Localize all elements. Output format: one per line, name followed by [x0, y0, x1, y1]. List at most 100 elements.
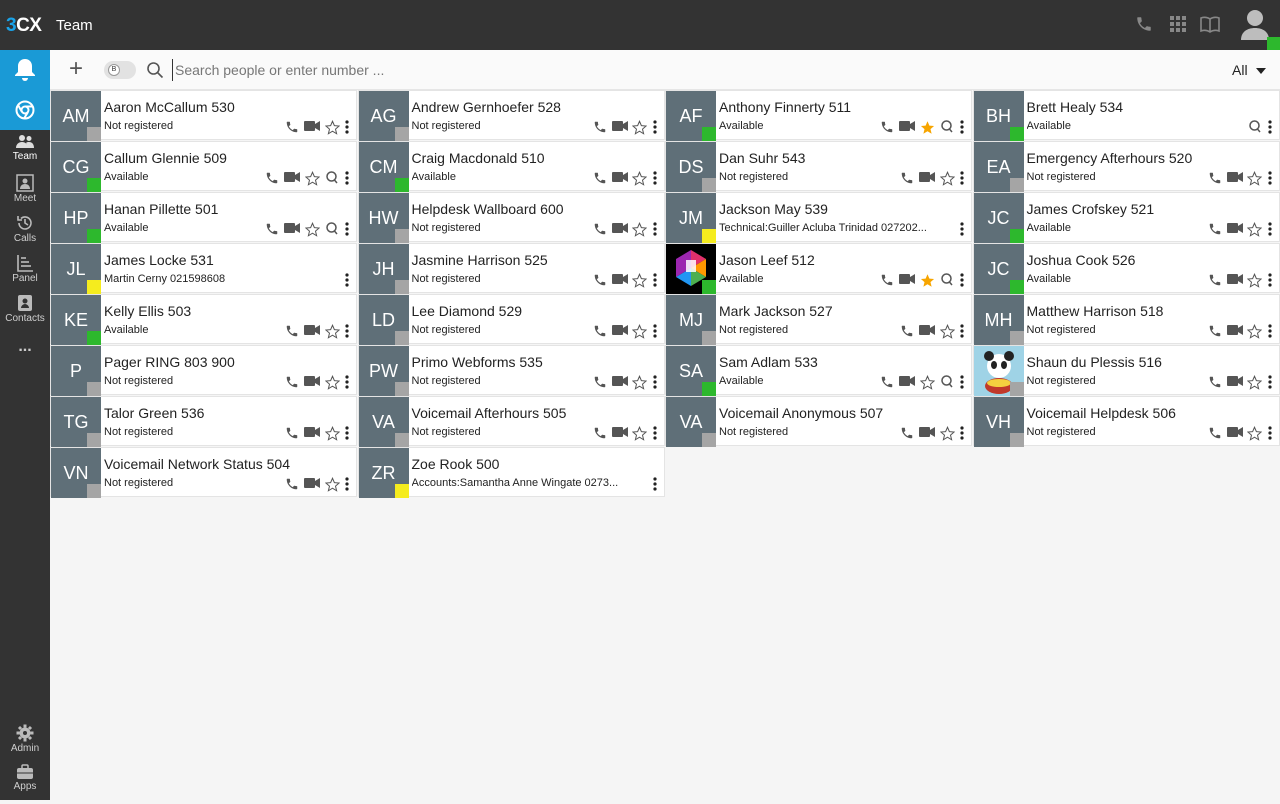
more-vertical-icon[interactable] [342, 222, 352, 238]
star-icon[interactable] [322, 426, 342, 442]
video-call-icon[interactable] [1225, 426, 1245, 442]
sidebar-item-chrome-extension[interactable] [0, 90, 50, 130]
more-vertical-icon[interactable] [957, 120, 967, 136]
phone-icon[interactable] [262, 222, 282, 238]
star-icon[interactable] [1245, 273, 1265, 289]
contact-card[interactable]: BH Brett Healy 534 Available [972, 90, 1280, 141]
contact-card[interactable]: VH Voicemail Helpdesk 506 Not registered [972, 396, 1280, 447]
contact-card[interactable]: P Pager RING 803 900 Not registered [50, 345, 357, 396]
star-icon[interactable] [1245, 222, 1265, 238]
more-vertical-icon[interactable] [650, 477, 660, 493]
video-call-icon[interactable] [610, 273, 630, 289]
more-vertical-icon[interactable] [650, 375, 660, 391]
phone-icon[interactable] [590, 120, 610, 136]
contact-card[interactable]: JC James Crofskey 521 Available [972, 192, 1280, 243]
sidebar-item-notifications[interactable] [0, 50, 50, 90]
video-call-icon[interactable] [610, 120, 630, 136]
sidebar-item-meet[interactable]: Meet [0, 174, 50, 214]
contact-card[interactable]: JC Joshua Cook 526 Available [972, 243, 1280, 294]
star-icon[interactable] [322, 324, 342, 340]
video-call-icon[interactable] [302, 426, 322, 442]
sidebar-item-admin[interactable]: Admin [0, 724, 50, 764]
more-vertical-icon[interactable] [342, 171, 352, 187]
add-button[interactable]: + [69, 57, 83, 81]
video-call-icon[interactable] [897, 273, 917, 289]
star-icon[interactable] [302, 222, 322, 238]
video-call-icon[interactable] [1225, 222, 1245, 238]
phone-icon[interactable] [877, 375, 897, 391]
star-icon[interactable] [302, 171, 322, 187]
more-vertical-icon[interactable] [1265, 273, 1275, 289]
sidebar-item-panel[interactable]: Panel [0, 254, 50, 294]
star-icon[interactable] [1245, 375, 1265, 391]
sidebar-item-team[interactable]: Team [0, 134, 50, 174]
dialpad-icon[interactable] [1169, 15, 1189, 35]
contact-card[interactable]: VN Voicemail Network Status 504 Not regist… [50, 447, 357, 498]
video-call-icon[interactable] [610, 222, 630, 238]
video-call-icon[interactable] [610, 426, 630, 442]
contact-card[interactable]: JL James Locke 531 Martin Cerny 021598608 [50, 243, 357, 294]
contact-card[interactable]: AG Andrew Gernhoefer 528 Not registered [357, 90, 665, 141]
video-call-icon[interactable] [917, 426, 937, 442]
contact-card[interactable]: AF Anthony Finnerty 511 Available [665, 90, 972, 141]
video-call-icon[interactable] [1225, 171, 1245, 187]
contact-card[interactable]: AM Aaron McCallum 530 Not registered [50, 90, 357, 141]
phone-icon[interactable] [590, 222, 610, 238]
more-vertical-icon[interactable] [957, 171, 967, 187]
phone-icon[interactable] [1205, 171, 1225, 187]
star-icon[interactable] [937, 324, 957, 340]
more-vertical-icon[interactable] [650, 324, 660, 340]
contact-card[interactable]: MJ Mark Jackson 527 Not registered [665, 294, 972, 345]
sidebar-item-more[interactable]: ... [0, 338, 50, 378]
phone-icon[interactable] [262, 171, 282, 187]
queue-icon[interactable] [1245, 120, 1265, 136]
star-icon[interactable] [630, 324, 650, 340]
queue-icon[interactable] [322, 222, 342, 238]
phone-icon[interactable] [897, 426, 917, 442]
star-icon[interactable] [1245, 426, 1265, 442]
queue-icon[interactable] [937, 375, 957, 391]
star-icon[interactable] [937, 171, 957, 187]
video-call-icon[interactable] [282, 171, 302, 187]
contact-card[interactable]: ZR Zoe Rook 500 Accounts:Samantha Anne Win… [357, 447, 665, 498]
sidebar-item-contacts[interactable]: Contacts [0, 294, 50, 334]
star-icon[interactable] [322, 477, 342, 493]
video-call-icon[interactable] [610, 171, 630, 187]
video-call-icon[interactable] [897, 120, 917, 136]
more-vertical-icon[interactable] [650, 171, 660, 187]
phone-icon[interactable] [1205, 426, 1225, 442]
contact-card[interactable]: CG Callum Glennie 509 Available [50, 141, 357, 192]
queue-icon[interactable] [937, 273, 957, 289]
contact-card[interactable]: DS Dan Suhr 543 Not registered [665, 141, 972, 192]
more-vertical-icon[interactable] [957, 426, 967, 442]
phone-icon[interactable] [1205, 375, 1225, 391]
app-logo[interactable]: 3CX [6, 15, 42, 37]
more-vertical-icon[interactable] [342, 426, 352, 442]
star-icon[interactable] [1245, 324, 1265, 340]
contact-card[interactable]: VA Voicemail Anonymous 507 Not registered [665, 396, 972, 447]
star-icon[interactable] [917, 375, 937, 391]
video-call-icon[interactable] [1225, 324, 1245, 340]
phone-icon[interactable] [282, 375, 302, 391]
star-icon[interactable] [322, 375, 342, 391]
more-vertical-icon[interactable] [957, 375, 967, 391]
video-call-icon[interactable] [282, 222, 302, 238]
contact-card[interactable]: Jason Leef 512 Available [665, 243, 972, 294]
book-icon[interactable] [1200, 15, 1220, 35]
contact-card[interactable]: JH Jasmine Harrison 525 Not registered [357, 243, 665, 294]
star-filled-icon[interactable] [917, 120, 937, 136]
phone-icon[interactable] [590, 426, 610, 442]
phone-icon[interactable] [897, 324, 917, 340]
more-vertical-icon[interactable] [650, 120, 660, 136]
video-call-icon[interactable] [610, 324, 630, 340]
phone-icon[interactable] [1135, 15, 1155, 35]
star-icon[interactable] [630, 375, 650, 391]
video-call-icon[interactable] [610, 375, 630, 391]
video-call-icon[interactable] [302, 477, 322, 493]
sidebar-item-calls[interactable]: Calls [0, 214, 50, 254]
video-call-icon[interactable] [302, 324, 322, 340]
more-vertical-icon[interactable] [342, 375, 352, 391]
star-icon[interactable] [1245, 171, 1265, 187]
star-filled-icon[interactable] [917, 273, 937, 289]
phone-icon[interactable] [1205, 273, 1225, 289]
